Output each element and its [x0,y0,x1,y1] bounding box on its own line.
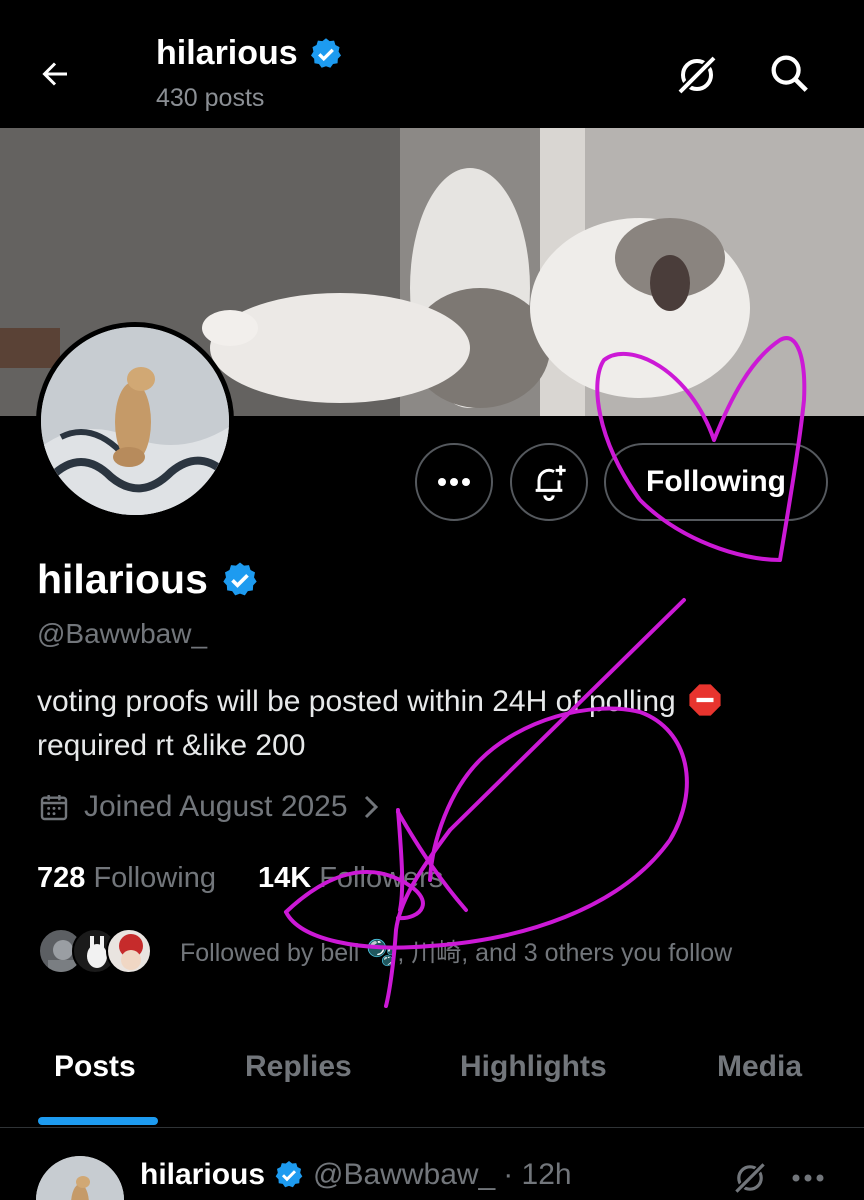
bio-line-1: voting proofs will be posted within 24H … [37,685,676,718]
follower-avatar [106,928,152,974]
tab-posts[interactable]: Posts [54,1050,136,1084]
profile-avatar[interactable] [36,322,234,520]
post-avatar[interactable] [36,1156,124,1200]
followers-count: 14K [257,862,312,894]
followers-label: Followers [319,862,444,894]
followed-by-row[interactable]: Followed by bell 🫧, 川崎, and 3 others you… [38,928,732,974]
tab-highlights[interactable]: Highlights [460,1050,607,1084]
profile-bio: voting proofs will be posted within 24H … [37,680,827,768]
more-icon [792,1174,824,1182]
tabs-divider [0,1127,864,1128]
joined-date[interactable]: Joined August 2025 [38,790,380,824]
stop-sign-icon [689,684,721,716]
post-header: hilarious @Bawwbaw_ · 12h [140,1158,572,1192]
profile-name: hilarious [37,556,208,602]
calendar-icon [40,795,68,821]
grok-icon [735,1163,765,1193]
followed-by-text: Followed by bell 🫧, 川崎, and 3 others you… [180,939,733,967]
header-title: hilarious [156,34,298,72]
verified-badge-icon [223,562,257,595]
following-count: 728 [37,862,86,894]
grok-icon [678,56,716,94]
arrow-left-icon [42,62,67,86]
avatar-image [41,327,229,515]
joined-text: Joined August 2025 [84,790,348,823]
following-label: Following [93,862,216,894]
post-author-name[interactable]: hilarious [140,1158,265,1192]
post-grok-button[interactable] [730,1158,770,1198]
more-icon [438,478,470,486]
post-time: · 12h [503,1158,572,1191]
profile-handle: @Bawwbaw_ [37,618,208,649]
following-count-link[interactable]: 728 Following [37,862,216,895]
active-tab-indicator [38,1117,158,1125]
post-author-handle: @Bawwbaw_ [313,1158,496,1191]
more-options-button[interactable] [415,443,493,521]
back-button[interactable] [30,52,80,96]
notifications-button[interactable] [510,443,588,521]
profile-name-row: hilarious [37,556,260,603]
bio-line-2: required rt &like 200 [37,729,306,762]
post-more-button[interactable] [788,1160,828,1196]
followers-count-link[interactable]: 14K Followers [258,862,443,895]
verified-badge-icon [310,37,341,68]
search-button[interactable] [766,50,816,100]
follow-counts: 728 Following 14K Followers [37,862,443,895]
avatar-image [36,1156,124,1200]
grok-button[interactable] [672,50,722,100]
header-title-row: hilarious [156,34,344,73]
bell-plus-icon [535,465,566,501]
tab-replies[interactable]: Replies [245,1050,352,1084]
chevron-right-icon [364,795,378,819]
search-icon [771,55,808,92]
posts-count: 430 posts [156,84,265,112]
following-button[interactable]: Following [604,443,828,521]
tab-media[interactable]: Media [717,1050,802,1084]
verified-badge-icon [275,1161,303,1188]
